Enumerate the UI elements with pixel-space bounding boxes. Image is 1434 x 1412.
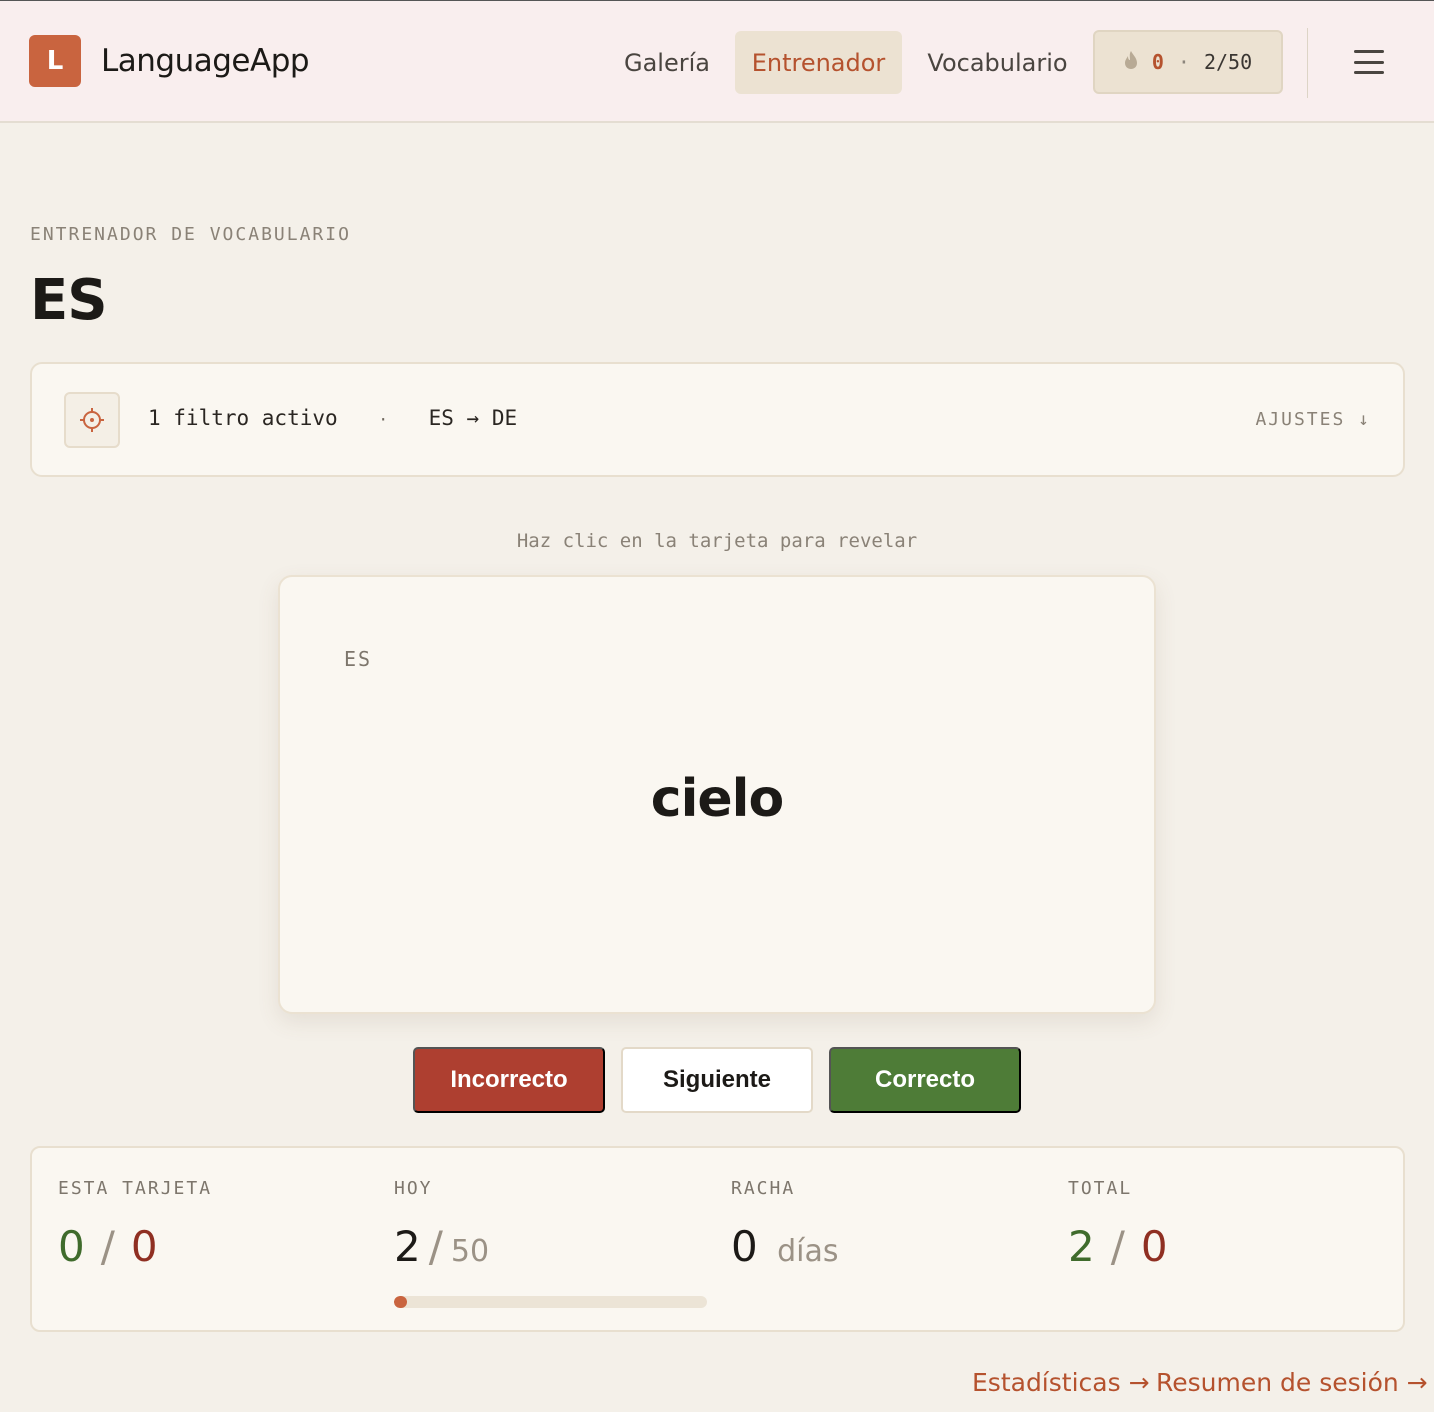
stat-value: 2/50 bbox=[394, 1222, 489, 1271]
correct-button[interactable]: Correcto bbox=[829, 1047, 1021, 1113]
app-logo[interactable]: L bbox=[29, 35, 81, 87]
reveal-hint: Haz clic en la tarjeta para revelar bbox=[516, 530, 918, 552]
counter-separator: · bbox=[1177, 50, 1190, 74]
target-icon bbox=[80, 408, 104, 432]
next-button[interactable]: Siguiente bbox=[621, 1047, 813, 1113]
card-wrong-count: 0 bbox=[130, 1222, 158, 1271]
header-divider bbox=[1307, 28, 1308, 98]
today-done-count: 2 bbox=[394, 1222, 421, 1271]
language-direction: ES → DE bbox=[428, 406, 518, 430]
stats-panel: ESTA TARJETA 0/0 HOY 2/50 RACHA 0 días T… bbox=[30, 1146, 1405, 1332]
stat-streak: RACHA 0 días bbox=[731, 1148, 1051, 1330]
total-wrong-count: 0 bbox=[1140, 1222, 1168, 1271]
filter-summary: 1 filtro activo · ES → DE bbox=[148, 406, 517, 430]
today-goal: 50 bbox=[450, 1234, 490, 1269]
streak-days-value: 0 bbox=[731, 1222, 758, 1271]
streak-count: 0 bbox=[1151, 50, 1164, 74]
streak-unit: días bbox=[777, 1234, 839, 1269]
stat-value: 2 / 0 bbox=[1068, 1222, 1168, 1271]
stat-slash: / bbox=[428, 1222, 443, 1271]
stat-value: 0 / 0 bbox=[58, 1222, 158, 1271]
daily-progress-count: 2/50 bbox=[1203, 50, 1253, 74]
today-progress-bar bbox=[394, 1296, 707, 1308]
app-name[interactable]: LanguageApp bbox=[101, 43, 310, 79]
nav-item-galeria[interactable]: Galería bbox=[612, 31, 722, 94]
top-navigation-bar: L LanguageApp Galería Entrenador Vocabul… bbox=[0, 0, 1434, 123]
filter-bar: 1 filtro activo · ES → DE AJUSTES ↓ bbox=[30, 362, 1405, 477]
session-summary-link[interactable]: Resumen de sesión → bbox=[1156, 1368, 1428, 1397]
stat-slash: / bbox=[1110, 1222, 1125, 1271]
stat-total: TOTAL 2 / 0 bbox=[1068, 1148, 1388, 1330]
page-eyebrow: ENTRENADOR DE VOCABULARIO bbox=[30, 224, 351, 245]
nav-item-entrenador[interactable]: Entrenador bbox=[735, 31, 902, 94]
incorrect-button[interactable]: Incorrecto bbox=[413, 1047, 605, 1113]
stat-label: HOY bbox=[394, 1178, 433, 1199]
stat-today: HOY 2/50 bbox=[394, 1148, 714, 1330]
stat-slash: / bbox=[100, 1222, 115, 1271]
today-progress-fill bbox=[394, 1296, 407, 1308]
card-word: cielo bbox=[650, 769, 784, 829]
flame-icon bbox=[1124, 50, 1138, 75]
stat-label: RACHA bbox=[731, 1178, 796, 1199]
streak-progress-badge[interactable]: 0 · 2/50 bbox=[1093, 30, 1283, 94]
page-title: ES bbox=[30, 268, 108, 333]
hamburger-menu-icon[interactable] bbox=[1346, 45, 1392, 79]
settings-toggle-link[interactable]: AJUSTES ↓ bbox=[1255, 409, 1371, 430]
flashcard[interactable]: ES cielo bbox=[278, 575, 1156, 1014]
stat-this-card: ESTA TARJETA 0 / 0 bbox=[58, 1148, 358, 1330]
statistics-link[interactable]: Estadísticas → bbox=[972, 1368, 1150, 1397]
filter-separator: · bbox=[378, 410, 388, 429]
card-language-label: ES bbox=[344, 647, 373, 671]
nav-item-vocabulario[interactable]: Vocabulario bbox=[915, 31, 1080, 94]
card-correct-count: 0 bbox=[58, 1222, 85, 1271]
filter-button[interactable] bbox=[64, 392, 120, 448]
stat-value: 0 días bbox=[731, 1222, 839, 1271]
stat-label: ESTA TARJETA bbox=[58, 1178, 213, 1199]
active-filters-text: 1 filtro activo bbox=[148, 406, 338, 430]
stat-label: TOTAL bbox=[1068, 1178, 1133, 1199]
total-correct-count: 2 bbox=[1068, 1222, 1095, 1271]
